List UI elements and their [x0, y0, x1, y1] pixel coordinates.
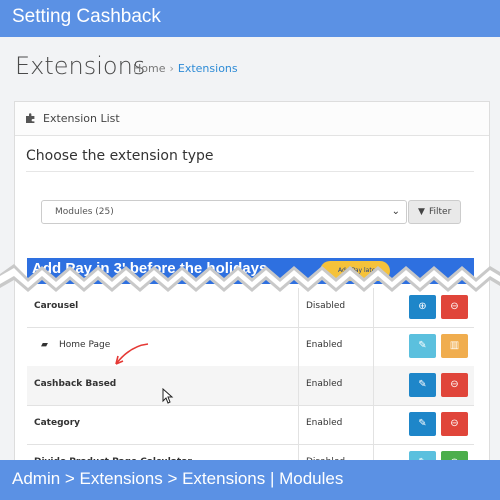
column-divider	[373, 366, 374, 405]
column-divider	[373, 405, 374, 444]
extension-status: Disabled	[306, 301, 346, 311]
edit-button[interactable]: ✎	[409, 334, 436, 358]
mouse-cursor-icon	[162, 388, 174, 404]
filter-button[interactable]: ▼ Filter	[408, 200, 461, 224]
edit-button[interactable]: ✎	[409, 412, 436, 436]
panel-heading: Extension List	[15, 102, 489, 136]
column-divider	[298, 327, 299, 366]
minus-icon: ⊖	[450, 418, 459, 429]
folder-icon: ▰	[41, 340, 48, 350]
column-divider	[373, 288, 374, 327]
table-row: Carousel Disabled ⊕ ⊖	[27, 288, 474, 328]
select-value: Modules (25)	[55, 207, 114, 217]
install-button[interactable]: ⊕	[409, 295, 436, 319]
filter-label: Filter	[429, 207, 452, 217]
bottom-banner: Admin > Extensions > Extensions | Module…	[0, 460, 500, 500]
banner-title: Setting Cashback	[12, 6, 161, 27]
trash-icon: ▥	[449, 340, 460, 351]
extension-name: Home Page	[59, 340, 111, 350]
top-banner: Setting Cashback	[0, 0, 500, 37]
uninstall-button[interactable]: ⊖	[441, 373, 468, 397]
extension-type-select[interactable]: Modules (25) ⌄	[41, 200, 407, 224]
column-divider	[298, 288, 299, 327]
page-title: Extensions	[15, 52, 146, 80]
extension-name: Carousel	[34, 301, 79, 311]
chevron-down-icon: ⌄	[391, 206, 400, 217]
breadcrumb-home[interactable]: Home	[133, 62, 165, 75]
pencil-icon: ✎	[418, 379, 427, 390]
uninstall-button[interactable]: ⊖	[441, 412, 468, 436]
navigation-path: Admin > Extensions > Extensions | Module…	[12, 469, 344, 488]
extension-status: Enabled	[306, 379, 343, 389]
choose-type-heading: Choose the extension type	[26, 148, 214, 164]
plus-icon: ⊕	[418, 301, 427, 312]
column-divider	[298, 366, 299, 405]
table-row: Category Enabled ✎ ⊖	[27, 405, 474, 445]
breadcrumb: Home › Extensions	[133, 62, 238, 75]
column-divider	[373, 327, 374, 366]
minus-icon: ⊖	[450, 301, 459, 312]
panel-title: Extension List	[43, 112, 120, 125]
pencil-icon: ✎	[418, 418, 427, 429]
filter-icon: ▼	[418, 207, 425, 217]
divider	[26, 171, 474, 172]
breadcrumb-separator: ›	[169, 62, 174, 75]
puzzle-icon	[26, 113, 35, 123]
column-divider	[298, 405, 299, 444]
delete-button[interactable]: ▥	[441, 334, 468, 358]
extension-name: Cashback Based	[34, 379, 117, 389]
minus-icon: ⊖	[450, 379, 459, 390]
pencil-icon: ✎	[418, 340, 427, 351]
extension-name: Category	[34, 418, 81, 428]
table-row: ▰ Home Page Enabled ✎ ▥	[27, 327, 474, 367]
table-row: Cashback Based Enabled ✎ ⊖	[27, 366, 474, 406]
breadcrumb-current[interactable]: Extensions	[178, 62, 238, 75]
edit-button[interactable]: ✎	[409, 373, 436, 397]
extension-status: Enabled	[306, 418, 343, 428]
uninstall-button[interactable]: ⊖	[441, 295, 468, 319]
annotation-arrow-icon	[115, 343, 149, 365]
extension-status: Enabled	[306, 340, 343, 350]
